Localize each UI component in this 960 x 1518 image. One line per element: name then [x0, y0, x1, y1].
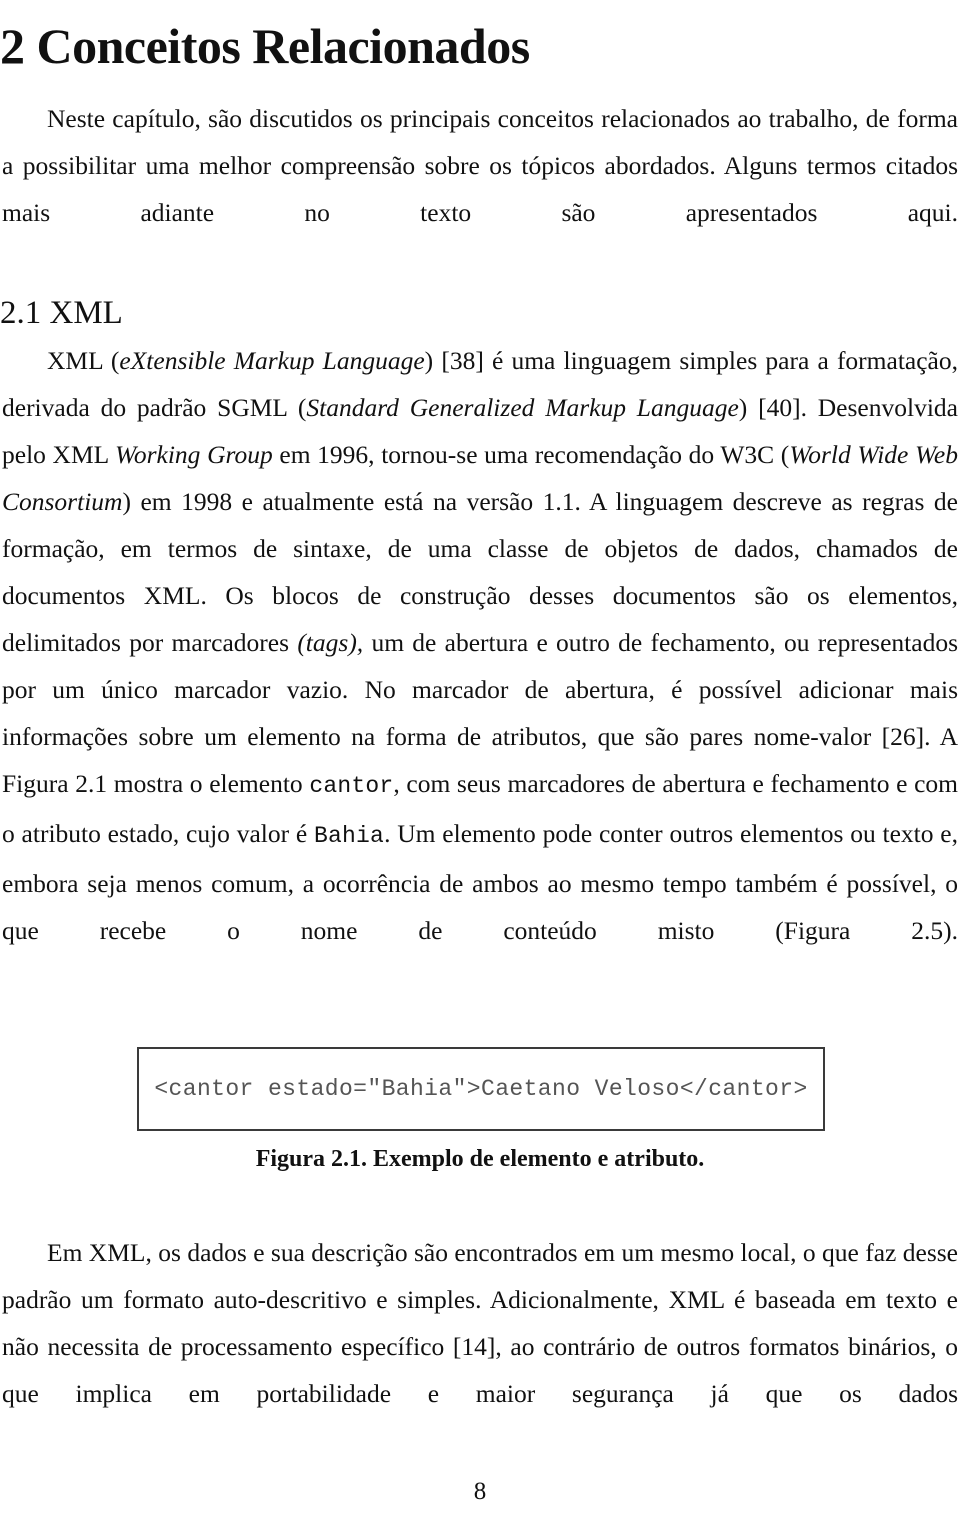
section-heading-2-1: 2.1 XML [0, 295, 123, 332]
xml-term-sgml-expansion: Standard Generalized Markup Language [306, 393, 739, 422]
closing-paragraph-text: Em XML, os dados e sua descrição são enc… [2, 1238, 958, 1408]
xml-term-working-group: Working Group [114, 440, 273, 469]
intro-paragraph: Neste capítulo, são discutidos os princi… [2, 95, 958, 283]
xml-paragraph: XML (eXtensible Markup Language) [38] é … [2, 337, 958, 1001]
xml-term-extensible-markup-language: eXtensible Markup Language [119, 346, 425, 375]
figure-caption: Figura 2.1. Exemplo de elemento e atribu… [255, 1146, 705, 1172]
figure-code-box: <cantor estado=″Bahia″>Caetano Veloso</c… [137, 1047, 825, 1131]
xml-seg-1: XML ( [47, 346, 120, 375]
xml-seg-7: em 1996, tornou-se uma recomendação do W… [272, 440, 790, 469]
page-title: 2 Conceitos Relacionados [0, 17, 530, 74]
document-page: 2 Conceitos Relacionados Neste capítulo,… [0, 0, 960, 1518]
page-number: 8 [473, 1478, 487, 1505]
xml-term-tags: (tags), [297, 628, 364, 657]
intro-paragraph-text: Neste capítulo, são discutidos os princi… [2, 104, 958, 227]
xml-code-cantor: cantor [309, 773, 394, 799]
xml-code-bahia: Bahia [314, 823, 385, 849]
figure-code-text: <cantor estado=″Bahia″>Caetano Veloso</c… [154, 1076, 808, 1102]
closing-paragraph: Em XML, os dados e sua descrição são enc… [2, 1229, 958, 1464]
